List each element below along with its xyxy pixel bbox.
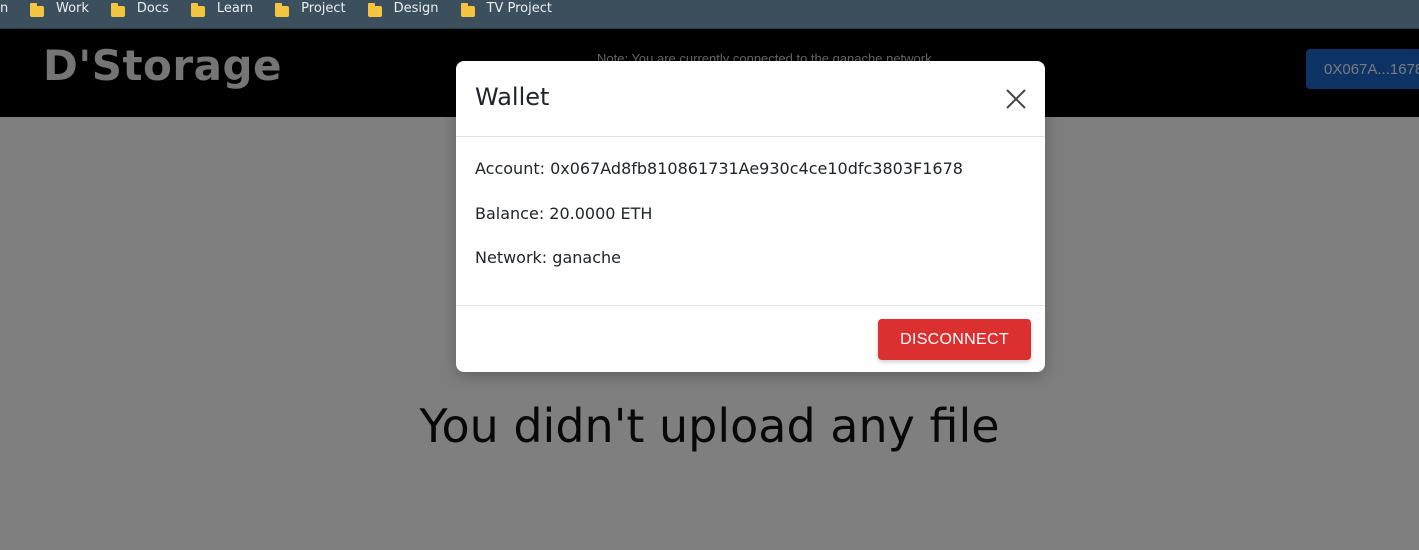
folder-icon [460, 3, 475, 17]
modal-header: Wallet [456, 61, 1045, 137]
network-name: Network: ganache [475, 248, 621, 267]
bookmark-truncated[interactable]: n [0, 2, 8, 15]
bookmark-learn[interactable]: Learn [190, 1, 254, 17]
bookmark-tv-project[interactable]: TV Project [460, 1, 552, 17]
bookmark-project[interactable]: Project [275, 1, 346, 17]
folder-icon [110, 3, 125, 17]
modal-title: Wallet [475, 83, 550, 111]
folder-icon [275, 3, 290, 17]
close-button[interactable] [1003, 86, 1029, 112]
disconnect-button[interactable]: DISCONNECT [878, 319, 1031, 360]
wallet-modal: Wallet Account: 0x067Ad8fb810861731Ae930… [456, 61, 1045, 372]
close-icon [1006, 89, 1026, 109]
account-address: Account: 0x067Ad8fb810861731Ae930c4ce10d… [475, 159, 963, 178]
modal-footer: DISCONNECT [456, 306, 1045, 372]
bookmark-label: Design [393, 1, 439, 16]
account-balance: Balance: 20.0000 ETH [475, 204, 653, 223]
bookmark-label: TV Project [486, 1, 552, 16]
folder-icon [30, 3, 44, 17]
bookmark-work[interactable]: Work [30, 2, 89, 17]
bookmark-label: Learn [216, 1, 254, 16]
modal-body: Account: 0x067Ad8fb810861731Ae930c4ce10d… [456, 137, 1045, 306]
bookmark-docs[interactable]: Docs [110, 1, 169, 17]
folder-icon [190, 3, 205, 17]
bookmark-label: Docs [136, 1, 169, 16]
bookmark-design[interactable]: Design [367, 1, 439, 17]
bookmark-label: Work [56, 1, 89, 16]
bookmark-label: Project [301, 1, 346, 16]
folder-icon [367, 3, 382, 17]
bookmarks-bar: n Work Docs Learn Project Design TV Proj… [0, 0, 1419, 29]
